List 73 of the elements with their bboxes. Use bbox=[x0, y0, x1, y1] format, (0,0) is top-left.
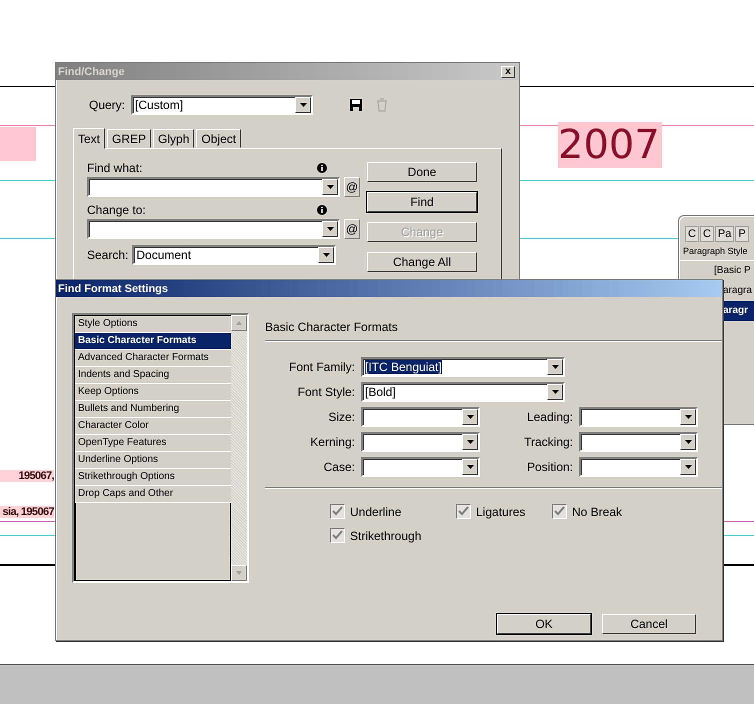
info-icon bbox=[317, 163, 327, 173]
value-select[interactable] bbox=[579, 407, 698, 427]
dialog-button[interactable]: Find bbox=[367, 192, 477, 212]
category-item[interactable]: Advanced Character Formats bbox=[75, 350, 231, 367]
value-select[interactable] bbox=[361, 457, 480, 477]
panel-tab[interactable]: Pa bbox=[714, 226, 734, 242]
text-input-field[interactable] bbox=[87, 177, 340, 197]
query-label: Query: bbox=[89, 98, 126, 112]
save-icon[interactable] bbox=[349, 98, 364, 112]
panel-header: Paragraph Style bbox=[679, 242, 754, 261]
checkbox[interactable] bbox=[456, 504, 471, 519]
category-item[interactable]: Keep Options bbox=[75, 384, 231, 401]
value-select[interactable] bbox=[361, 407, 480, 427]
window-title: Find/Change bbox=[58, 66, 125, 78]
field-label: Font Family: bbox=[288, 360, 355, 374]
search-label: Search: bbox=[87, 248, 128, 262]
close-button[interactable]: x bbox=[501, 66, 515, 78]
tab[interactable]: Glyph bbox=[153, 129, 194, 148]
scroll-down-icon[interactable] bbox=[231, 565, 247, 581]
address-text: 195067, bbox=[0, 470, 54, 482]
checkbox[interactable] bbox=[330, 504, 345, 519]
category-item[interactable]: Basic Character Formats bbox=[75, 333, 231, 350]
special-characters-button[interactable]: @ bbox=[344, 177, 360, 197]
tab[interactable]: Object bbox=[196, 129, 242, 148]
field-label: Leading: bbox=[526, 410, 573, 424]
value-select[interactable] bbox=[361, 432, 480, 452]
query-select[interactable]: [Custom] bbox=[131, 95, 314, 115]
field-label: Size: bbox=[327, 410, 355, 424]
field-label: Kerning: bbox=[309, 435, 355, 449]
field-label: Position: bbox=[526, 460, 573, 474]
checkbox[interactable] bbox=[330, 528, 345, 543]
dialog-button[interactable]: OK bbox=[497, 614, 591, 634]
value-select[interactable] bbox=[579, 457, 698, 477]
dialog-button[interactable]: Change All bbox=[367, 252, 477, 272]
field-label: Find what: bbox=[87, 161, 142, 175]
checkbox-label: Ligatures bbox=[476, 504, 526, 518]
font-select[interactable]: [ITC Benguiat] bbox=[361, 357, 565, 377]
category-item[interactable]: Strikethrough Options bbox=[75, 469, 231, 486]
dialog-button[interactable]: Done bbox=[367, 162, 477, 182]
value-select[interactable] bbox=[579, 432, 698, 452]
window-title: Find Format Settings bbox=[58, 282, 168, 294]
category-item[interactable]: Bullets and Numbering bbox=[75, 401, 231, 418]
category-item[interactable]: Indents and Spacing bbox=[75, 367, 231, 384]
category-item[interactable]: Drop Caps and Other bbox=[75, 486, 231, 503]
search-select[interactable]: Document bbox=[132, 245, 336, 265]
checkbox-label: Underline bbox=[350, 504, 402, 518]
field-label: Tracking: bbox=[523, 435, 573, 449]
style-item[interactable]: [Basic P bbox=[679, 261, 754, 281]
checkbox[interactable] bbox=[552, 504, 567, 519]
heading-text: 2007 bbox=[558, 122, 662, 168]
category-item[interactable]: Style Options bbox=[75, 316, 231, 333]
field-label: Change to: bbox=[87, 203, 146, 217]
panel-tab[interactable]: C bbox=[700, 226, 714, 242]
category-item[interactable]: Underline Options bbox=[75, 452, 231, 469]
category-item[interactable]: Character Color bbox=[75, 418, 231, 435]
category-item[interactable]: OpenType Features bbox=[75, 435, 231, 452]
tab[interactable]: Text bbox=[73, 128, 106, 149]
text-input-field[interactable] bbox=[87, 219, 340, 239]
special-characters-button[interactable]: @ bbox=[344, 219, 360, 239]
info-icon bbox=[317, 205, 327, 215]
scroll-up-icon[interactable] bbox=[231, 315, 247, 331]
checkbox-label: Strikethrough bbox=[350, 528, 422, 542]
address-text: sia, 195067 bbox=[0, 506, 54, 518]
section-title: Basic Character Formats bbox=[265, 317, 722, 341]
field-label: Font Style: bbox=[296, 385, 355, 399]
font-select[interactable]: [Bold] bbox=[361, 382, 565, 402]
dialog-button[interactable]: Cancel bbox=[602, 614, 696, 634]
panel-tab[interactable]: P bbox=[735, 226, 749, 242]
text-highlight bbox=[0, 127, 36, 161]
field-label: Case: bbox=[322, 460, 355, 474]
panel-tab[interactable]: C bbox=[685, 226, 699, 242]
tab[interactable]: GREP bbox=[107, 129, 152, 148]
checkbox-label: No Break bbox=[572, 504, 622, 518]
